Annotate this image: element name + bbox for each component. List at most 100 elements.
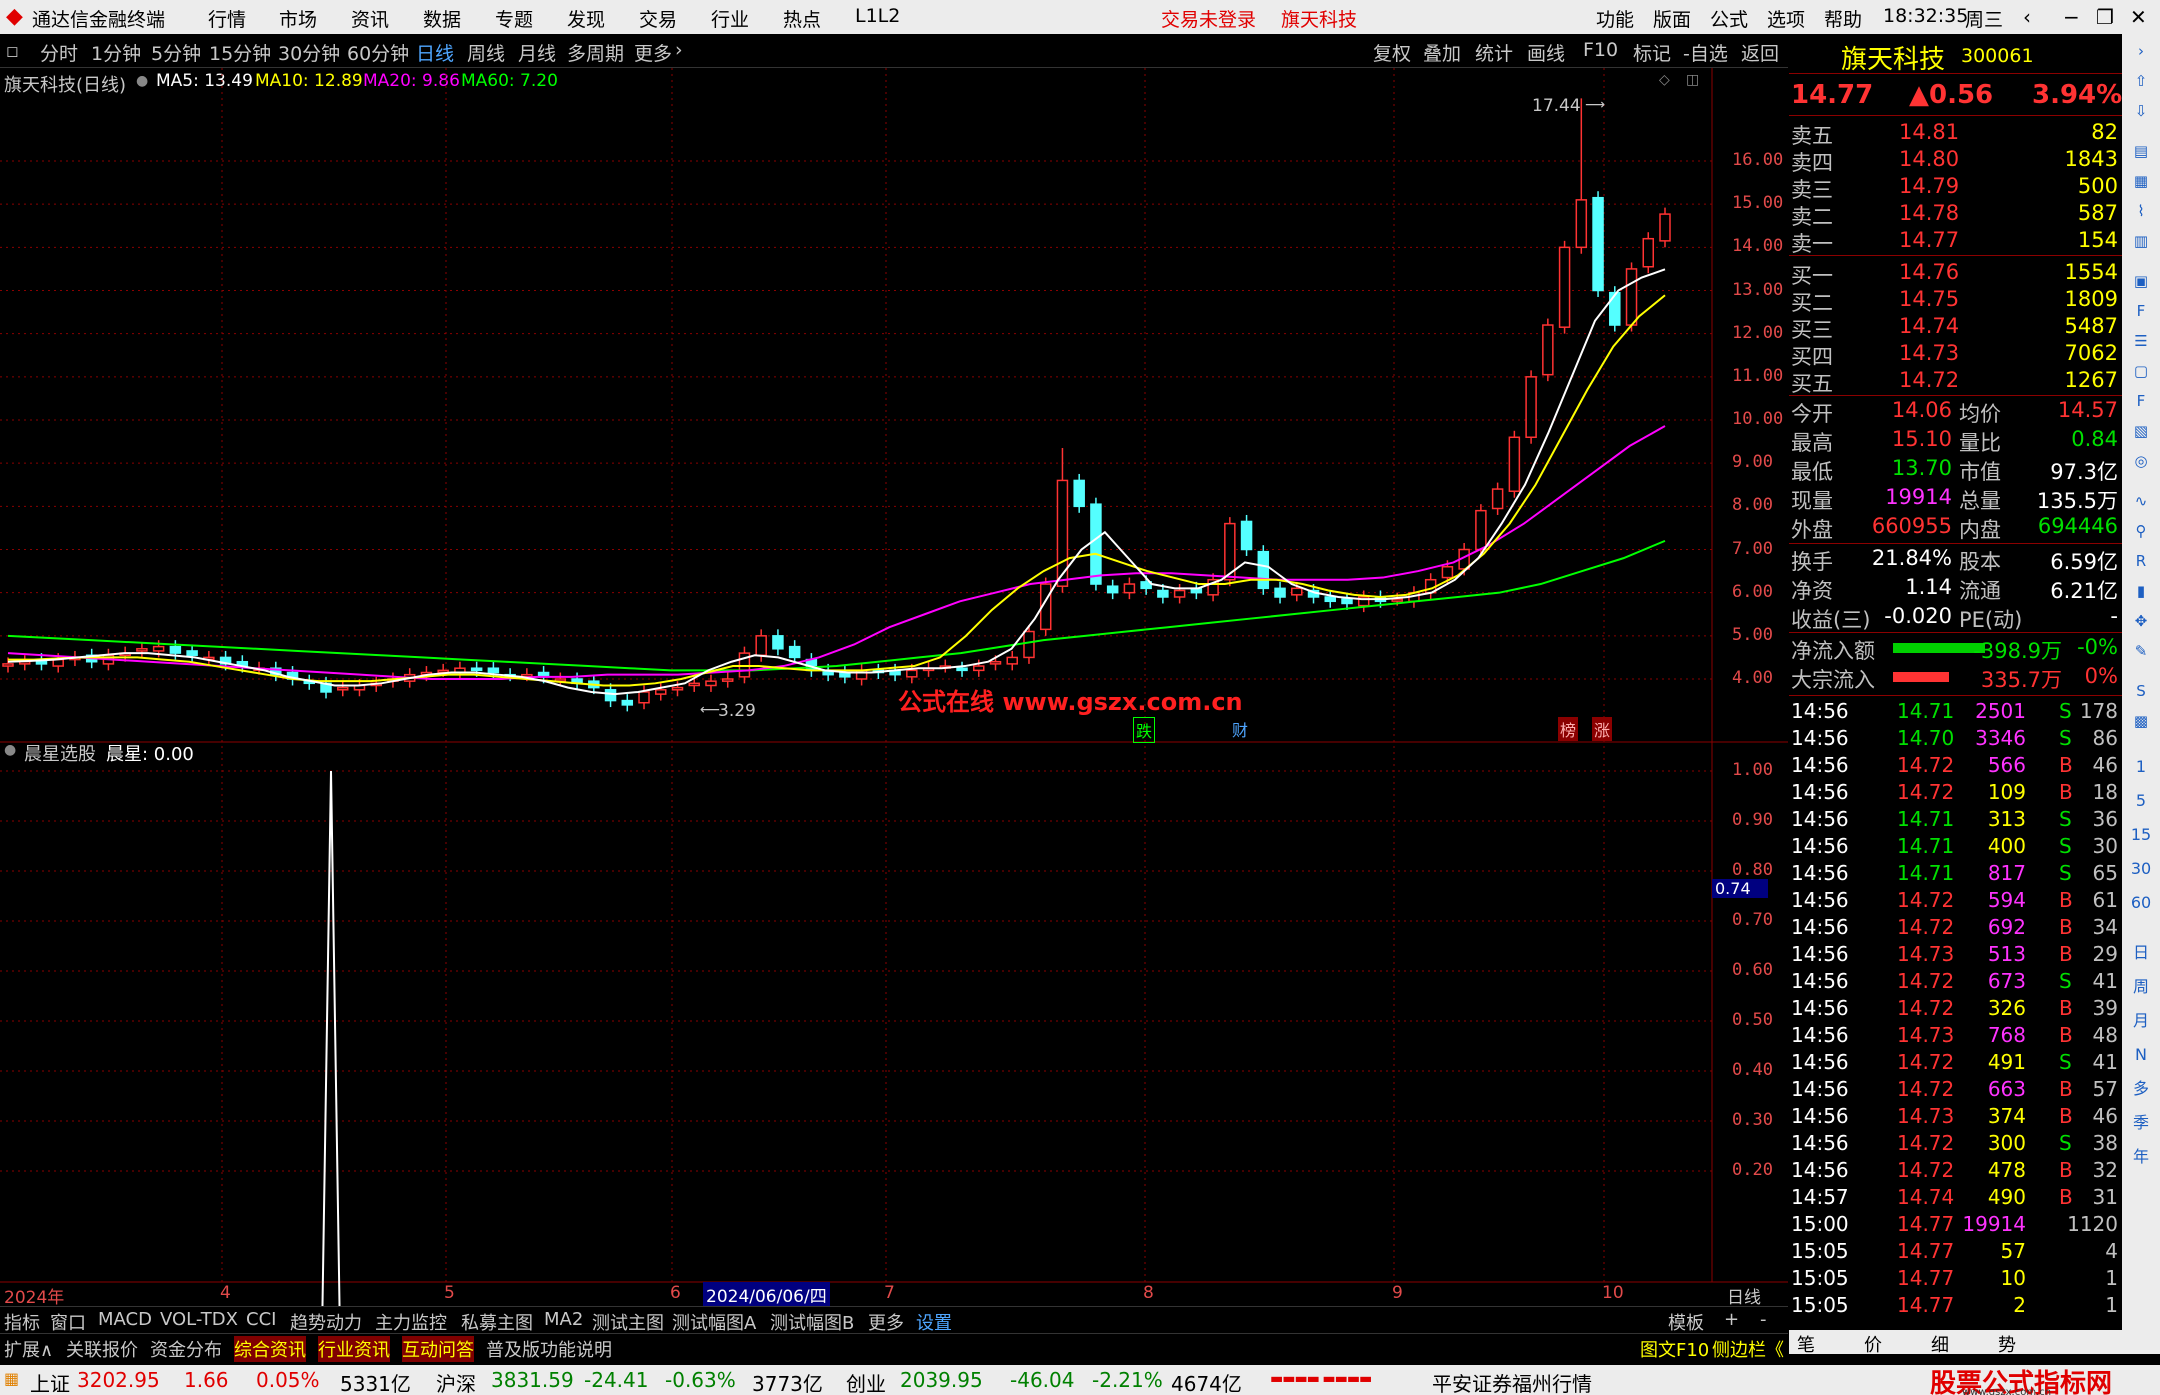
tab-xi[interactable]: 细 <box>1931 1331 1949 1357</box>
tool-huaxian[interactable]: 画线 <box>1527 39 1565 66</box>
menu-jiaoyi[interactable]: 交易 <box>639 5 677 32</box>
status-item[interactable]: 平安证券福州行情 <box>1432 1368 1592 1395</box>
menu-redian[interactable]: 热点 <box>783 5 821 32</box>
indicator-tab[interactable]: 更多 <box>868 1309 904 1335</box>
indicator-tab[interactable]: 设置 <box>916 1309 952 1335</box>
indicator-tab[interactable]: MACD <box>98 1309 152 1330</box>
move-icon[interactable]: ✥ <box>2128 608 2154 634</box>
more-chevron-icon[interactable]: › <box>675 39 683 61</box>
info-tab[interactable]: 综合资讯 <box>234 1336 306 1362</box>
menu-zhuanti[interactable]: 专题 <box>495 5 533 32</box>
menu-bangzhu[interactable]: 帮助 <box>1824 5 1862 32</box>
menu-banmian[interactable]: 版面 <box>1653 5 1691 32</box>
up-arrow-icon[interactable]: ⇧ <box>2128 68 2154 94</box>
tool-diejia[interactable]: 叠加 <box>1423 39 1461 66</box>
close-icon[interactable]: ✕ <box>2130 5 2147 29</box>
tool-fuquan[interactable]: 复权 <box>1373 39 1411 66</box>
side-period-button[interactable]: 5 <box>2128 788 2154 814</box>
flow-row[interactable]: 大宗流入 335.7万 0% <box>1789 664 2122 692</box>
login-status[interactable]: 交易未登录 <box>1161 5 1256 32</box>
menu-zixun[interactable]: 资讯 <box>351 5 389 32</box>
period-fenshi[interactable]: 分时 <box>40 39 78 66</box>
side-period-button[interactable]: 15 <box>2128 822 2154 848</box>
menu-gongneng[interactable]: 功能 <box>1596 5 1634 32</box>
period-5min[interactable]: 5分钟 <box>151 39 201 66</box>
menu-shichang[interactable]: 市场 <box>279 5 317 32</box>
info-tab[interactable]: 互动问答 <box>402 1336 474 1362</box>
period-60min[interactable]: 60分钟 <box>347 39 409 66</box>
info-tab-right[interactable]: 图文F10 <box>1640 1336 1709 1362</box>
report-icon[interactable]: ▣ <box>2128 268 2154 294</box>
kline-icon[interactable]: ▥ <box>2128 228 2154 254</box>
chart-svg[interactable] <box>0 68 1788 1308</box>
info-tab[interactable]: 关联报价 <box>66 1336 138 1362</box>
trend-icon[interactable]: ▤ <box>2128 138 2154 164</box>
tick-chart-icon[interactable]: ▩ <box>2128 708 2154 734</box>
period-multi[interactable]: 多周期 <box>567 39 624 66</box>
indicator-tab[interactable]: 趋势动力 <box>290 1309 362 1335</box>
chart-bar-icon[interactable]: ▮ <box>2128 578 2154 604</box>
minimize-icon[interactable]: − <box>2063 5 2080 29</box>
tool-tongji[interactable]: 统计 <box>1475 39 1513 66</box>
down-arrow-icon[interactable]: ⇩ <box>2128 98 2154 124</box>
menu-xuanxiang[interactable]: 选项 <box>1767 5 1805 32</box>
menu-hangqing[interactable]: 行情 <box>208 5 246 32</box>
wave-icon[interactable]: ∿ <box>2128 488 2154 514</box>
tool-f10[interactable]: F10 <box>1583 39 1618 61</box>
status-menu-icon[interactable]: ▦ <box>4 1369 19 1388</box>
side-period-button[interactable]: 月 <box>2128 1008 2154 1034</box>
menu-gongshi[interactable]: 公式 <box>1710 5 1748 32</box>
panel-toggle-icon[interactable]: ◻ <box>6 42 18 60</box>
event-tag-cai[interactable]: 财 <box>1232 717 1248 741</box>
info-tab-right[interactable]: 侧边栏《 <box>1712 1336 1784 1362</box>
event-tag-zhang[interactable]: 涨 <box>1592 717 1613 741</box>
side-period-button[interactable]: 日 <box>2128 940 2154 966</box>
info-tab[interactable]: 普及版功能说明 <box>486 1336 612 1362</box>
tab-shi[interactable]: 势 <box>1998 1331 2016 1357</box>
indicator-tab-right[interactable]: 模板 <box>1668 1309 1704 1335</box>
grid-icon[interactable]: ▦ <box>2128 168 2154 194</box>
indicator-name[interactable]: 晨星选股 <box>24 740 96 766</box>
period-more[interactable]: 更多 <box>634 39 672 66</box>
side-period-button[interactable]: N <box>2128 1042 2154 1068</box>
side-period-button[interactable]: 周 <box>2128 974 2154 1000</box>
indicator-tab[interactable]: 私募主图 <box>461 1309 533 1335</box>
line-chart-icon[interactable]: ⌇ <box>2128 198 2154 224</box>
info-tab[interactable]: 资金分布 <box>150 1336 222 1362</box>
side-period-button[interactable]: 年 <box>2128 1144 2154 1170</box>
event-tag-bang[interactable]: 榜 <box>1558 717 1579 741</box>
f2-icon[interactable]: F <box>2128 388 2154 414</box>
menu-l1l2[interactable]: L1L2 <box>855 5 900 27</box>
indicator-tab[interactable]: MA2 <box>544 1309 583 1330</box>
circle-icon[interactable]: ◎ <box>2128 448 2154 474</box>
period-weekly[interactable]: 周线 <box>467 39 505 66</box>
tool-zixuan[interactable]: -自选 <box>1683 39 1728 66</box>
side-period-button[interactable]: 多 <box>2128 1076 2154 1102</box>
indicator-tab[interactable]: 测试主图 <box>592 1309 664 1335</box>
period-30min[interactable]: 30分钟 <box>278 39 340 66</box>
indicator-tab[interactable]: CCI <box>246 1309 276 1330</box>
back-icon[interactable]: ‹ <box>2023 5 2031 29</box>
indicator-tab[interactable]: 测试幅图B <box>770 1309 854 1335</box>
info-tab[interactable]: 扩展∧ <box>4 1336 53 1362</box>
pen-icon[interactable]: ✎ <box>2128 638 2154 664</box>
period-15min[interactable]: 15分钟 <box>209 39 271 66</box>
collapse-icon[interactable]: › <box>2128 38 2154 64</box>
side-period-button[interactable]: 季 <box>2128 1110 2154 1136</box>
indicator-tab[interactable]: 窗口 <box>50 1309 86 1335</box>
menu-hangye[interactable]: 行业 <box>711 5 749 32</box>
indicator-tab[interactable]: VOL-TDX <box>160 1309 238 1330</box>
indicator-tab[interactable]: 指标 <box>4 1309 40 1335</box>
tool-biaoji[interactable]: 标记 <box>1633 39 1671 66</box>
indicator-tab[interactable]: 主力监控 <box>375 1309 447 1335</box>
indicator-tab-right[interactable]: + <box>1724 1309 1739 1330</box>
period-monthly[interactable]: 月线 <box>518 39 556 66</box>
tab-bi[interactable]: 笔 <box>1797 1331 1815 1357</box>
tab-jia[interactable]: 价 <box>1864 1331 1882 1357</box>
indicator-tab-right[interactable]: - <box>1760 1309 1767 1330</box>
f10-icon[interactable]: F <box>2128 298 2154 324</box>
info-tab[interactable]: 行业资讯 <box>318 1336 390 1362</box>
flow-row[interactable]: 净流入额 -398.9万 -0% <box>1789 635 2122 663</box>
side-period-button[interactable]: 60 <box>2128 890 2154 916</box>
stack-icon[interactable]: ▧ <box>2128 418 2154 444</box>
